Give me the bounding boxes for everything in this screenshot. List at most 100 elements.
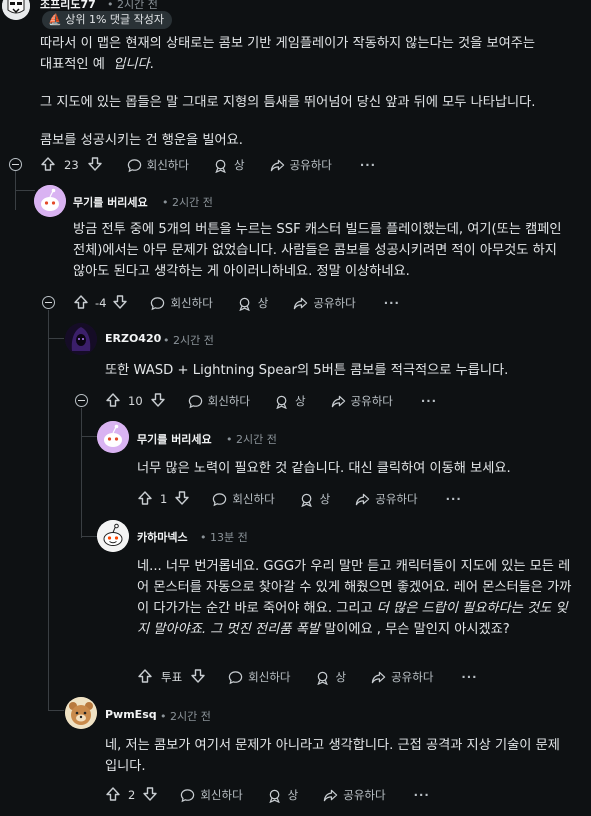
comment-body: 네, 저는 콤보가 여기서 문제가 아니라고 생각합니다. 근접 공격과 지상 … [105, 738, 560, 774]
award-icon [300, 493, 312, 507]
avatar[interactable] [97, 421, 129, 453]
username[interactable]: PwmEsq [105, 708, 157, 721]
share-icon [371, 671, 386, 683]
upvote-icon[interactable] [73, 294, 89, 313]
timestamp: • 2시간 전 [163, 334, 214, 347]
reply-icon [228, 670, 243, 684]
share-button[interactable]: 공유하다 [355, 491, 418, 507]
reply-button[interactable]: 회신하다 [212, 491, 275, 507]
vote-widget: 10 [105, 392, 166, 411]
reply-button[interactable]: 회신하다 [150, 295, 213, 311]
vote-count: 2 [128, 788, 136, 802]
more-options-button[interactable]: ··· [360, 158, 376, 172]
award-icon [316, 671, 328, 685]
bear-avatar-icon [65, 697, 97, 729]
downvote-icon[interactable] [142, 786, 158, 805]
thread-line-c5-branch [48, 710, 64, 711]
share-icon [270, 159, 284, 171]
share-button[interactable]: 공유하다 [323, 787, 386, 803]
award-button[interactable]: 상 [238, 295, 268, 311]
upvote-icon[interactable] [137, 668, 153, 687]
more-options-button[interactable]: ··· [461, 670, 477, 684]
comment-actions: 투표 회신하다 상 공유하다 ··· [137, 665, 478, 689]
avatar[interactable] [2, 0, 30, 20]
avatar[interactable] [65, 697, 97, 729]
vote-label: 투표 [161, 670, 183, 684]
more-options-button[interactable]: ··· [414, 788, 430, 802]
award-button[interactable]: 상 [268, 787, 298, 803]
thread-line-c3-branch [81, 436, 97, 437]
comment-actions: 23 회신하다 상 공유하다 ··· [40, 153, 376, 177]
downvote-icon[interactable] [150, 392, 166, 411]
collapse-button[interactable] [75, 394, 88, 407]
award-icon [276, 395, 287, 409]
comment-body: 네... 너무 번거롭네요. GGG가 우리 말만 듣고 캐릭터들이 지도에 있… [137, 559, 572, 637]
upvote-icon[interactable] [40, 156, 56, 175]
username[interactable]: 무기를 버리세요 [137, 431, 212, 447]
username[interactable]: 무기를 버리세요 [73, 194, 148, 210]
thread-line-c4-branch [81, 536, 97, 537]
thread-line-c2-branch [48, 338, 64, 339]
share-icon [331, 395, 345, 407]
award-icon [239, 297, 250, 311]
thread-line-c1-children [48, 310, 49, 710]
upvote-icon[interactable] [105, 786, 121, 805]
more-options-button[interactable]: ··· [421, 394, 437, 408]
comment-actions: -4 회신하다 상 공유하다 ··· [73, 291, 400, 315]
timestamp: • 2시간 전 [160, 710, 211, 723]
upvote-icon[interactable] [137, 490, 153, 509]
vote-count: 23 [64, 158, 79, 172]
share-icon [356, 493, 370, 505]
reply-button[interactable]: 회신하다 [188, 393, 250, 409]
username[interactable]: ERZO420 [105, 332, 161, 345]
reply-icon [181, 788, 195, 802]
upvote-icon[interactable] [105, 392, 121, 411]
username[interactable]: 카하마넥스 [137, 529, 188, 545]
share-button[interactable]: 공유하다 [293, 295, 356, 311]
snoo-avatar-icon [97, 421, 129, 453]
reply-button[interactable]: 회신하다 [228, 669, 291, 685]
award-button[interactable]: 상 [275, 393, 306, 409]
badge-icon: ⛵ [48, 13, 62, 26]
vote-widget: 2 [105, 786, 158, 805]
award-button[interactable]: 상 [214, 157, 245, 173]
share-button[interactable]: 공유하다 [331, 393, 393, 409]
more-options-button[interactable]: ··· [384, 296, 400, 310]
collapse-button[interactable] [9, 158, 22, 171]
comment-body: 방금 전투 중에 5개의 버튼을 누르는 SSF 캐스터 빌드를 플레이했는데,… [73, 222, 562, 279]
hooded-figure-avatar-icon [65, 323, 97, 355]
comment-actions: 2 회신하다 상 공유하다 ··· [105, 783, 430, 807]
vote-widget: 투표 [137, 668, 206, 687]
avatar[interactable] [65, 323, 97, 355]
reply-button[interactable]: 회신하다 [127, 157, 189, 173]
more-options-button[interactable]: ··· [446, 492, 462, 506]
thread-line-c2-children [81, 408, 82, 538]
award-button[interactable]: 상 [300, 491, 330, 507]
reply-button[interactable]: 회신하다 [180, 787, 243, 803]
reply-icon [151, 296, 165, 310]
timestamp: • 2시간 전 [162, 196, 213, 209]
downvote-icon[interactable] [190, 668, 206, 687]
reply-icon [188, 394, 202, 408]
avatar[interactable] [34, 185, 66, 217]
award-icon [215, 159, 226, 173]
share-icon [324, 789, 338, 801]
award-icon [268, 789, 280, 803]
share-button[interactable]: 공유하다 [371, 669, 433, 685]
avatar[interactable] [97, 520, 129, 552]
award-button[interactable]: 상 [316, 669, 346, 685]
downvote-icon[interactable] [112, 294, 128, 313]
comment-body: 너무 많은 노력이 필요한 것 같습니다. 대신 클릭하여 이동해 보세요. [137, 461, 511, 476]
snoo-avatar-icon [97, 520, 129, 552]
vote-widget: 1 [137, 490, 190, 509]
snoo-avatar-icon [34, 185, 66, 217]
top-commenter-badge: ⛵ 상위 1% 댓글 작성자 [42, 11, 172, 29]
timestamp: • 2시간 전 [226, 433, 277, 446]
vote-count: 1 [160, 492, 168, 506]
comment-body: 따라서 이 맵은 현재의 상태로는 콤보 기반 게임플레이가 작동하지 않는다는… [40, 36, 536, 148]
share-button[interactable]: 공유하다 [270, 157, 332, 173]
downvote-icon[interactable] [174, 490, 190, 509]
collapse-button[interactable] [42, 296, 55, 309]
stormtrooper-avatar-icon [2, 0, 30, 20]
downvote-icon[interactable] [87, 156, 103, 175]
